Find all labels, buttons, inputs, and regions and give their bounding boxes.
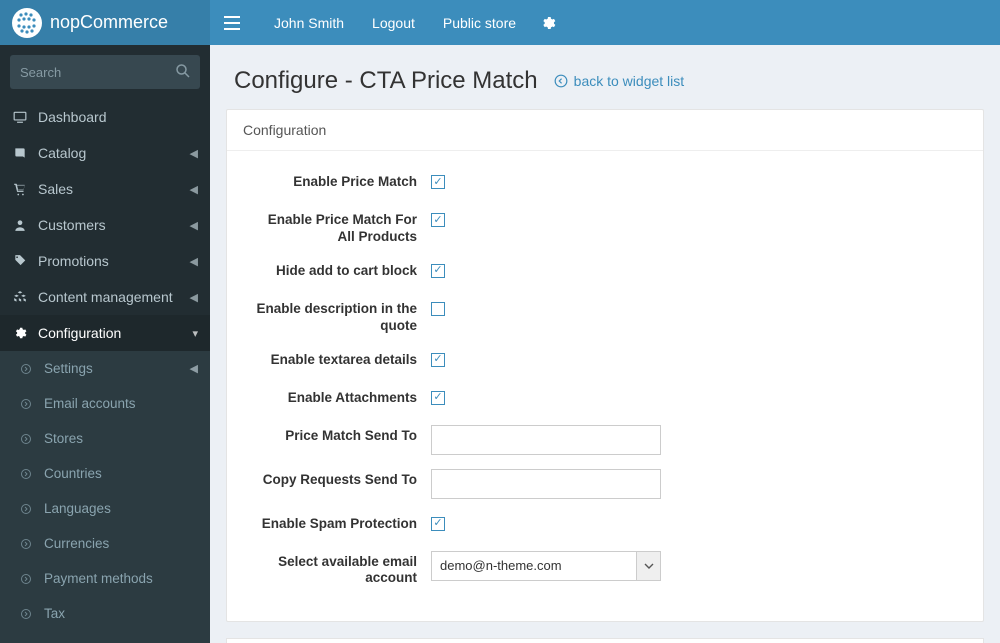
- nav-label: Content management: [38, 289, 173, 305]
- subnav-payment-methods[interactable]: Payment methods: [0, 561, 210, 596]
- sidebar: Dashboard Catalog ◀ Sales ◀ Customers ◀ …: [0, 45, 210, 643]
- label-enable-for-all-products: Enable Price Match For All Products: [251, 209, 431, 246]
- circle-arrow-icon: [18, 608, 34, 620]
- main-content: Configure - CTA Price Match back to widg…: [210, 45, 1000, 643]
- gear-icon[interactable]: [540, 15, 556, 31]
- checkbox-enable-attachments[interactable]: [431, 391, 445, 405]
- logout-link[interactable]: Logout: [372, 15, 415, 31]
- back-arrow-icon: [554, 74, 568, 88]
- nav-label: Catalog: [38, 145, 86, 161]
- subnav-shipping[interactable]: Shipping ◀: [0, 631, 210, 643]
- chevron-down-icon: [637, 551, 661, 581]
- circle-arrow-icon: [18, 538, 34, 550]
- chevron-left-icon: ◀: [190, 219, 198, 232]
- nav-label: Customers: [38, 217, 106, 233]
- subnav-settings[interactable]: Settings ◀: [0, 351, 210, 386]
- label-enable-attachments: Enable Attachments: [251, 387, 431, 407]
- chevron-left-icon: ◀: [190, 183, 198, 196]
- sidebar-toggle-button[interactable]: [210, 0, 254, 45]
- chevron-left-icon: ◀: [190, 255, 198, 268]
- circle-arrow-icon: [18, 573, 34, 585]
- subnav-countries[interactable]: Countries: [0, 456, 210, 491]
- label-send-to: Price Match Send To: [251, 425, 431, 445]
- input-copy-send-to[interactable]: [431, 469, 661, 499]
- brand-logo[interactable]: nopCommerce: [0, 0, 210, 45]
- checkbox-enable-price-match[interactable]: [431, 175, 445, 189]
- checkbox-enable-desc-in-quote[interactable]: [431, 302, 445, 316]
- panel-header: Configuration: [227, 110, 983, 151]
- nav-label: Configuration: [38, 325, 121, 341]
- input-send-to[interactable]: [431, 425, 661, 455]
- subnav-currencies[interactable]: Currencies: [0, 526, 210, 561]
- subnav-label: Languages: [44, 501, 111, 516]
- checkbox-hide-add-to-cart[interactable]: [431, 264, 445, 278]
- circle-arrow-icon: [18, 433, 34, 445]
- sidebar-nav: Dashboard Catalog ◀ Sales ◀ Customers ◀ …: [0, 99, 210, 643]
- circle-arrow-icon: [18, 468, 34, 480]
- nav-label: Promotions: [38, 253, 109, 269]
- brand-name: nopCommerce: [50, 12, 168, 33]
- chevron-left-icon: ◀: [190, 362, 198, 375]
- nav-label: Dashboard: [38, 109, 107, 125]
- chevron-left-icon: ◀: [190, 291, 198, 304]
- cubes-icon: [12, 290, 28, 304]
- label-hide-add-to-cart: Hide add to cart block: [251, 260, 431, 280]
- subnav-label: Payment methods: [44, 571, 153, 586]
- checkbox-enable-for-all-products[interactable]: [431, 213, 445, 227]
- user-icon: [12, 218, 28, 232]
- label-email-account: Select available email account: [251, 551, 431, 588]
- monitor-icon: [12, 110, 28, 124]
- tag-icon: [12, 254, 28, 268]
- public-store-link[interactable]: Public store: [443, 15, 516, 31]
- label-enable-textarea-details: Enable textarea details: [251, 349, 431, 369]
- save-panel: Save: [226, 638, 984, 643]
- gear-icon: [12, 326, 28, 340]
- search-input[interactable]: [10, 55, 200, 89]
- subnav-label: Currencies: [44, 536, 109, 551]
- checkbox-enable-textarea-details[interactable]: [431, 353, 445, 367]
- subnav-stores[interactable]: Stores: [0, 421, 210, 456]
- circle-arrow-icon: [18, 503, 34, 515]
- nav-promotions[interactable]: Promotions ◀: [0, 243, 210, 279]
- back-to-widget-list-link[interactable]: back to widget list: [554, 73, 685, 89]
- back-link-label: back to widget list: [574, 73, 685, 89]
- label-enable-price-match: Enable Price Match: [251, 171, 431, 191]
- subnav-label: Settings: [44, 361, 93, 376]
- top-links: John Smith Logout Public store: [254, 15, 516, 31]
- cart-icon: [12, 182, 28, 196]
- label-copy-send-to: Copy Requests Send To: [251, 469, 431, 489]
- subnav-label: Tax: [44, 606, 65, 621]
- subnav-label: Countries: [44, 466, 102, 481]
- nav-dashboard[interactable]: Dashboard: [0, 99, 210, 135]
- checkbox-enable-spam[interactable]: [431, 517, 445, 531]
- select-email-account-value: demo@n-theme.com: [431, 551, 637, 581]
- subnav-label: Stores: [44, 431, 83, 446]
- logo-mark-icon: [12, 8, 42, 38]
- nav-sales[interactable]: Sales ◀: [0, 171, 210, 207]
- circle-arrow-icon: [18, 398, 34, 410]
- nav-content-management[interactable]: Content management ◀: [0, 279, 210, 315]
- nav-customers[interactable]: Customers ◀: [0, 207, 210, 243]
- sidebar-search: [10, 55, 200, 89]
- subnav-label: Email accounts: [44, 396, 136, 411]
- label-enable-desc-in-quote: Enable description in the quote: [251, 298, 431, 335]
- topbar: nopCommerce John Smith Logout Public sto…: [0, 0, 1000, 45]
- current-user[interactable]: John Smith: [274, 15, 344, 31]
- subnav-tax[interactable]: Tax: [0, 596, 210, 631]
- nav-configuration[interactable]: Configuration ▾: [0, 315, 210, 351]
- search-icon[interactable]: [174, 62, 192, 83]
- nav-label: Sales: [38, 181, 73, 197]
- config-panel: Configuration Enable Price Match Enable …: [226, 109, 984, 622]
- circle-arrow-icon: [18, 363, 34, 375]
- chevron-left-icon: ◀: [190, 147, 198, 160]
- book-icon: [12, 146, 28, 160]
- subnav-languages[interactable]: Languages: [0, 491, 210, 526]
- chevron-down-icon: ▾: [192, 327, 198, 340]
- subnav-email-accounts[interactable]: Email accounts: [0, 386, 210, 421]
- page-title: Configure - CTA Price Match: [234, 67, 538, 95]
- nav-catalog[interactable]: Catalog ◀: [0, 135, 210, 171]
- select-email-account[interactable]: demo@n-theme.com: [431, 551, 661, 581]
- label-enable-spam: Enable Spam Protection: [251, 513, 431, 533]
